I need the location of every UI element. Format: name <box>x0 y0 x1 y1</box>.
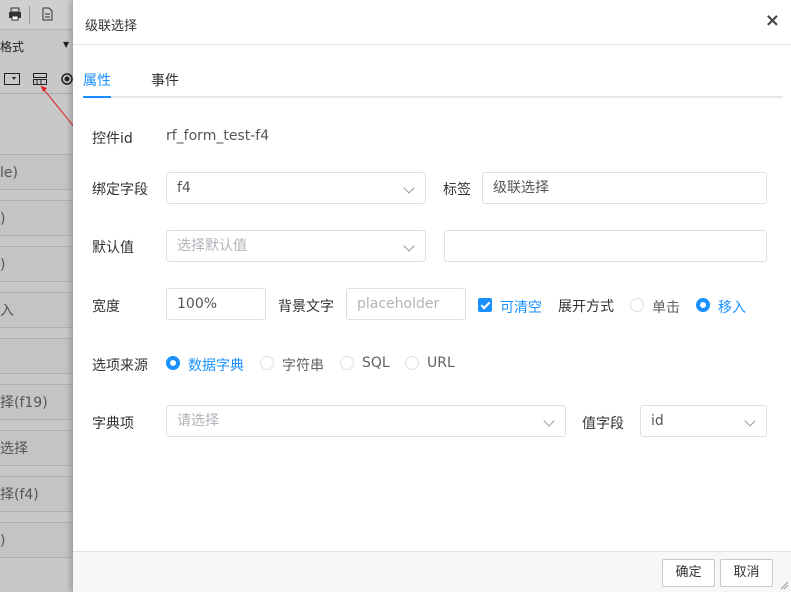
tab-properties[interactable]: 属性 <box>83 70 111 90</box>
value-field-value: id <box>651 413 664 429</box>
dict-item-label: 字典项 <box>92 416 134 432</box>
source-dict-radio[interactable] <box>166 356 180 370</box>
expand-click-label[interactable]: 单击 <box>652 297 680 317</box>
tag-label: 标签 <box>443 182 471 198</box>
source-url-radio[interactable] <box>405 356 419 370</box>
dialog-header: 级联选择 × <box>73 0 791 45</box>
source-sql-radio[interactable] <box>340 356 354 370</box>
width-value: 100% <box>177 296 218 312</box>
resize-grip-icon[interactable] <box>779 580 789 590</box>
list-item[interactable]: ) <box>0 200 74 236</box>
chevron-down-icon: ▼ <box>63 40 70 49</box>
clearable-label[interactable]: 可清空 <box>500 297 542 317</box>
format-select-label[interactable]: 格式 <box>0 38 24 55</box>
default-value-placeholder: 选择默认值 <box>177 238 247 254</box>
chevron-down-icon <box>403 182 415 194</box>
document-icon[interactable] <box>40 7 54 21</box>
chevron-down-icon <box>744 415 756 427</box>
source-string-radio[interactable] <box>260 356 274 370</box>
width-label: 宽度 <box>92 299 120 315</box>
chevron-down-icon <box>403 240 415 252</box>
source-string-label[interactable]: 字符串 <box>282 355 324 375</box>
toolbar-divider <box>29 6 30 24</box>
cascade-select-icon[interactable] <box>33 73 47 88</box>
source-dict-label[interactable]: 数据字典 <box>188 355 244 375</box>
dict-item-placeholder: 请选择 <box>177 413 219 429</box>
list-item[interactable]: 选择 <box>0 430 74 466</box>
expand-hover-radio[interactable] <box>696 298 710 312</box>
list-item[interactable]: le) <box>0 154 74 190</box>
list-item[interactable]: ) <box>0 522 74 558</box>
list-item[interactable]: 择(f4) <box>0 476 74 512</box>
list-item[interactable]: 入 <box>0 292 74 328</box>
source-sql-label[interactable]: SQL <box>362 355 390 371</box>
expand-hover-label[interactable]: 移入 <box>718 297 746 317</box>
tag-value: 级联选择 <box>493 180 549 196</box>
radio-icon[interactable] <box>61 73 73 88</box>
tab-events[interactable]: 事件 <box>151 70 179 90</box>
component-toolbar <box>0 64 74 94</box>
clearable-checkbox[interactable] <box>478 298 492 312</box>
width-input[interactable]: 100% <box>166 288 266 320</box>
cancel-button[interactable]: 取消 <box>720 559 773 587</box>
bg-text-placeholder: placeholder <box>357 296 440 312</box>
source-label: 选项来源 <box>92 358 148 374</box>
confirm-button[interactable]: 确定 <box>662 559 715 587</box>
list-item[interactable]: 择(f19) <box>0 384 74 420</box>
default-value-select[interactable]: 选择默认值 <box>166 230 426 262</box>
value-field-label: 值字段 <box>582 416 624 432</box>
default-value-extra-input[interactable] <box>444 230 767 262</box>
chevron-down-icon <box>543 415 555 427</box>
bg-text-label: 背景文字 <box>278 299 334 315</box>
control-id-label: 控件id <box>92 131 133 147</box>
active-tab-indicator <box>83 96 111 98</box>
default-value-label: 默认值 <box>92 240 134 256</box>
dropdown-icon[interactable] <box>4 73 20 88</box>
bg-text-input[interactable]: placeholder <box>346 288 466 320</box>
tag-input[interactable]: 级联选择 <box>482 172 767 204</box>
source-url-label[interactable]: URL <box>427 355 455 371</box>
bind-field-select[interactable]: f4 <box>166 172 426 204</box>
cascade-select-dialog: 级联选择 × 属性 事件 控件id rf_form_test-f4 绑定字段 f… <box>73 0 791 592</box>
background-app: 格式 ▼ le) ) ) 入 择(f19) 选择 择(f4) ) <box>0 0 74 592</box>
bind-field-label: 绑定字段 <box>92 182 148 198</box>
dialog-tabs: 属性 事件 <box>83 60 783 98</box>
control-id-value: rf_form_test-f4 <box>166 128 270 144</box>
dialog-title: 级联选择 <box>85 19 138 34</box>
background-toolbar <box>0 0 74 30</box>
bind-field-value: f4 <box>177 180 191 196</box>
value-field-select[interactable]: id <box>640 405 767 437</box>
expand-mode-label: 展开方式 <box>558 299 614 315</box>
close-icon[interactable]: × <box>765 11 780 31</box>
dialog-footer: 确定 取消 <box>73 551 791 592</box>
list-item[interactable] <box>0 338 74 374</box>
list-item[interactable]: ) <box>0 246 74 282</box>
dict-item-select[interactable]: 请选择 <box>166 405 566 437</box>
print-icon[interactable] <box>8 7 22 21</box>
expand-click-radio[interactable] <box>630 298 644 312</box>
